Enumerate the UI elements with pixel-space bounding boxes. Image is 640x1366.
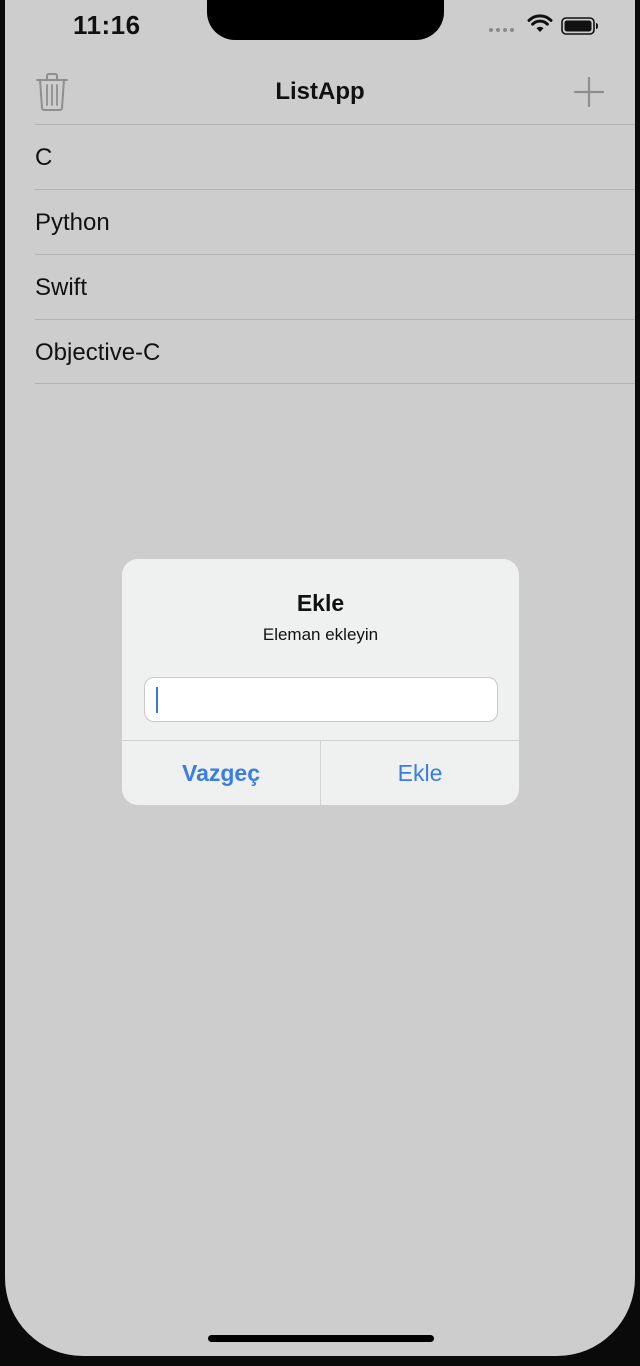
list-item-label: C (35, 144, 53, 171)
navigation-bar: ListApp (5, 60, 635, 124)
add-item-alert: Ekle Eleman ekleyin Vazgeç Ekle (122, 559, 519, 805)
status-icons (489, 14, 605, 38)
list-item[interactable]: Python (35, 189, 635, 254)
list-item-label: Objective-C (35, 339, 161, 366)
alert-title: Ekle (296, 590, 345, 616)
add-button[interactable]: Ekle (321, 741, 519, 805)
list-item-label: Python (35, 209, 110, 236)
screen: 11:16 ListApp C Python Swift Objective-C… (5, 0, 635, 1356)
status-time: 11:16 (73, 10, 141, 40)
notch (207, 0, 444, 40)
list-item[interactable]: Swift (35, 254, 635, 319)
item-name-input[interactable] (144, 677, 498, 722)
cellular-signal-icon (489, 28, 514, 32)
alert-message: Eleman ekleyin (262, 625, 379, 644)
wifi-icon (527, 14, 553, 32)
alert-actions: Vazgeç Ekle (122, 740, 519, 805)
plus-icon[interactable] (571, 74, 607, 110)
device-frame: 11:16 ListApp C Python Swift Objective-C… (0, 0, 640, 1366)
page-title: ListApp (275, 78, 365, 105)
battery-icon (561, 17, 598, 35)
item-list: C Python Swift Objective-C (35, 124, 635, 384)
home-indicator[interactable] (208, 1335, 434, 1342)
list-item[interactable]: Objective-C (35, 319, 635, 384)
text-cursor (156, 687, 158, 713)
cancel-button[interactable]: Vazgeç (122, 741, 321, 805)
list-item-label: Swift (35, 274, 88, 301)
list-item[interactable]: C (35, 124, 635, 189)
